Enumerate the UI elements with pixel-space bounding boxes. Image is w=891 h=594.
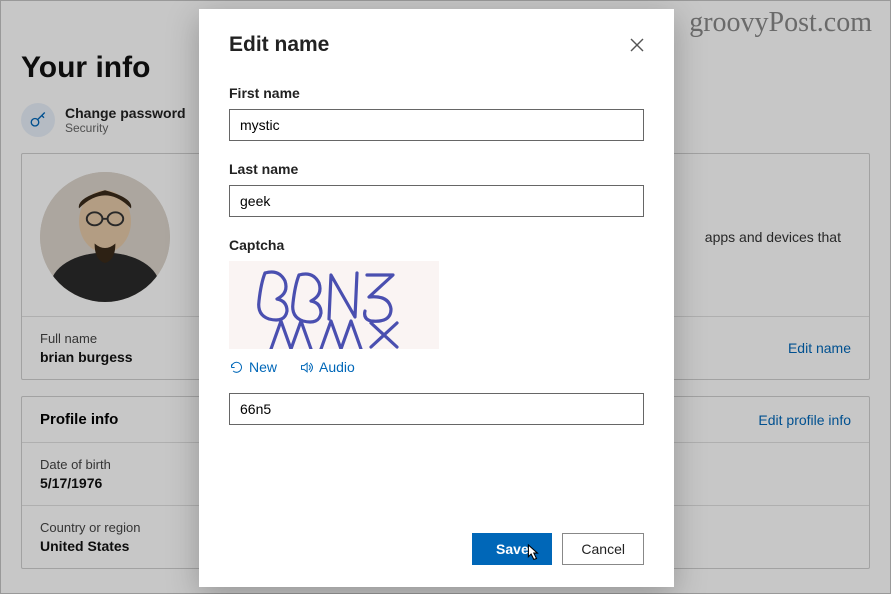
full-name-value: brian burgess bbox=[40, 349, 133, 365]
refresh-icon bbox=[229, 360, 244, 375]
last-name-label: Last name bbox=[229, 161, 644, 177]
captcha-input[interactable] bbox=[229, 393, 644, 425]
cursor-icon bbox=[523, 543, 541, 565]
dob-label: Date of birth bbox=[40, 457, 111, 472]
avatar bbox=[40, 172, 170, 302]
captcha-label: Captcha bbox=[229, 237, 644, 253]
country-label: Country or region bbox=[40, 520, 140, 535]
captcha-new-link[interactable]: New bbox=[229, 359, 277, 375]
country-value: United States bbox=[40, 538, 140, 554]
security-label: Security bbox=[65, 121, 186, 135]
captcha-audio-link[interactable]: Audio bbox=[299, 359, 355, 375]
full-name-label: Full name bbox=[40, 331, 133, 346]
first-name-input[interactable] bbox=[229, 109, 644, 141]
close-icon[interactable] bbox=[630, 38, 644, 52]
edit-profile-link[interactable]: Edit profile info bbox=[758, 412, 851, 428]
first-name-label: First name bbox=[229, 85, 644, 101]
modal-title: Edit name bbox=[229, 33, 329, 57]
audio-icon bbox=[299, 360, 314, 375]
captcha-image bbox=[229, 261, 439, 349]
dob-value: 5/17/1976 bbox=[40, 475, 111, 491]
card-side-text: apps and devices that bbox=[705, 229, 841, 245]
edit-name-link[interactable]: Edit name bbox=[788, 340, 851, 356]
profile-info-header: Profile info bbox=[40, 411, 118, 428]
key-icon bbox=[21, 103, 55, 137]
last-name-input[interactable] bbox=[229, 185, 644, 217]
cancel-button[interactable]: Cancel bbox=[562, 533, 644, 565]
edit-name-modal: Edit name First name Last name Captcha N… bbox=[199, 9, 674, 587]
change-password-label: Change password bbox=[65, 105, 186, 121]
watermark: groovyPost.com bbox=[689, 7, 872, 39]
